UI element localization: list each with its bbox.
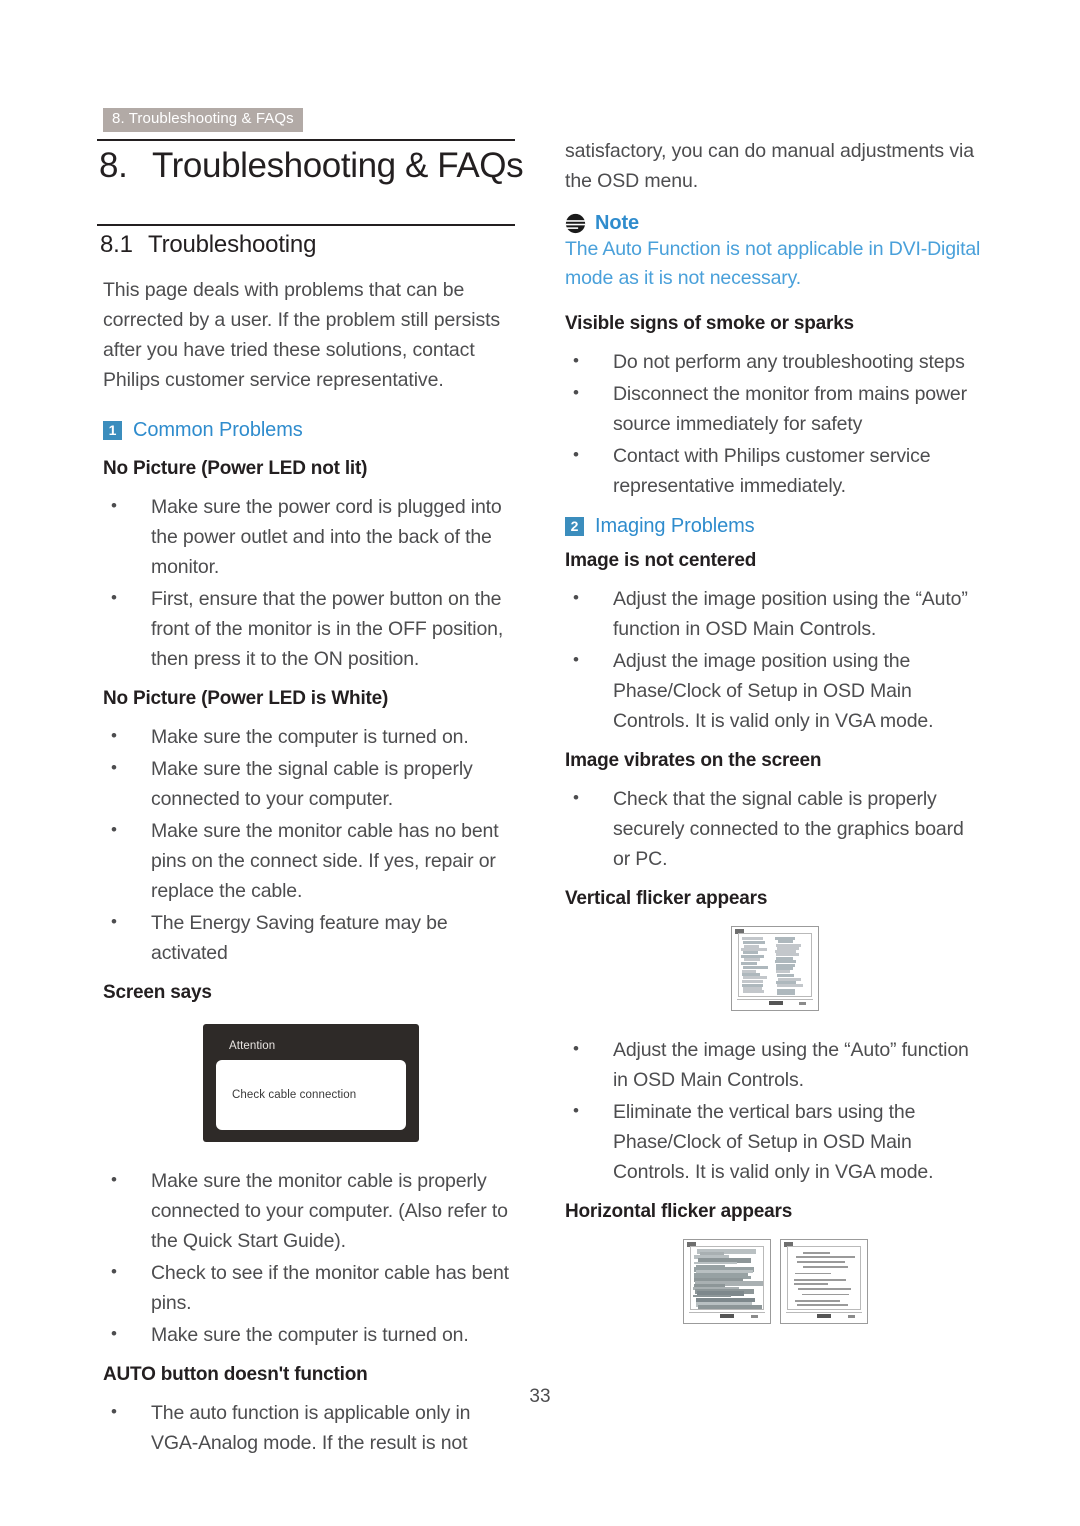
page-number: 33 xyxy=(529,1386,551,1407)
note-heading: Note xyxy=(565,212,985,235)
bullet-list-not-centered: Adjust the image position using the “Aut… xyxy=(565,583,985,736)
figure-footer xyxy=(785,1312,862,1320)
running-header-tab: 8. Troubleshooting & FAQs xyxy=(103,108,303,132)
list-item: Disconnect the monitor from mains power … xyxy=(565,378,985,439)
heading-horizontal-flicker: Horizontal flicker appears xyxy=(565,1201,793,1222)
list-item: Check to see if the monitor cable has be… xyxy=(103,1257,518,1318)
group-badge-1: 1 xyxy=(103,421,122,440)
right-column: satisfactory, you can do manual adjustme… xyxy=(565,136,985,1324)
heading-smoke-sparks: Visible signs of smoke or sparks xyxy=(565,313,854,334)
osd-dialog-message: Check cable connection xyxy=(232,1089,357,1101)
document-page: 8. Troubleshooting & FAQs 8. Troubleshoot… xyxy=(0,0,1080,1526)
group-title-1: Common Problems xyxy=(133,419,303,441)
list-item: Adjust the image position using the Phas… xyxy=(565,645,985,736)
note-icon xyxy=(565,213,586,234)
group-title-2: Imaging Problems xyxy=(595,515,755,537)
list-item: Adjust the image using the “Auto” functi… xyxy=(565,1034,985,1095)
list-item: Make sure the computer is turned on. xyxy=(103,721,518,752)
list-item: The Energy Saving feature may be activat… xyxy=(103,907,518,968)
section-title-text: Troubleshooting xyxy=(148,231,317,258)
list-item: Make sure the monitor cable has no bent … xyxy=(103,815,518,906)
list-item: Eliminate the vertical bars using the Ph… xyxy=(565,1096,985,1187)
list-item: Make sure the computer is turned on. xyxy=(103,1319,518,1350)
figure-lines xyxy=(691,1247,763,1309)
intro-paragraph: This page deals with problems that can b… xyxy=(103,279,501,391)
note-label: Note xyxy=(595,212,640,234)
section-title: 8.1 Troubleshooting xyxy=(100,231,316,259)
vertical-flicker-figure xyxy=(565,926,985,1011)
heading-auto-button: AUTO button doesn't function xyxy=(103,1364,368,1385)
left-column: This page deals with problems that can b… xyxy=(103,275,518,1460)
osd-attention-figure: Attention Check cable connection xyxy=(203,1024,419,1142)
list-item: Contact with Philips customer service re… xyxy=(565,440,985,501)
list-item: Check that the signal cable is properly … xyxy=(565,783,985,874)
bullet-list-smoke-sparks: Do not perform any troubleshooting steps… xyxy=(565,346,985,501)
list-item: Make sure the monitor cable is properly … xyxy=(103,1165,518,1256)
bullet-list-vibrates: Check that the signal cable is properly … xyxy=(565,783,985,874)
common-problems-heading: 1 Common Problems xyxy=(103,419,518,442)
imaging-problems-heading: 2 Imaging Problems xyxy=(565,515,985,538)
bullet-list-led-white: Make sure the computer is turned on. Mak… xyxy=(103,721,518,968)
chapter-number: 8. xyxy=(99,146,128,185)
continuation-paragraph: satisfactory, you can do manual adjustme… xyxy=(565,140,974,192)
osd-dialog: Attention Check cable connection xyxy=(203,1024,419,1142)
list-item: Do not perform any troubleshooting steps xyxy=(565,346,985,377)
bullet-list-vertical-flicker: Adjust the image using the “Auto” functi… xyxy=(565,1034,985,1187)
figure-vertical-flicker xyxy=(731,926,819,1011)
figure-horizontal-distorted xyxy=(682,1239,771,1324)
figure-horizontal-clean xyxy=(779,1239,868,1324)
list-item: First, ensure that the power button on t… xyxy=(103,583,518,674)
bullet-list-led-not-lit: Make sure the power cord is plugged into… xyxy=(103,491,518,674)
horizontal-flicker-figures xyxy=(565,1239,985,1324)
figure-lines xyxy=(739,934,811,996)
heading-image-not-centered: Image is not centered xyxy=(565,550,757,571)
figure-footer xyxy=(737,999,813,1007)
figure-inner xyxy=(689,1246,764,1310)
figure-footer xyxy=(688,1312,765,1320)
header-divider-rule xyxy=(97,139,515,141)
page-title: 8. Troubleshooting & FAQs xyxy=(99,146,524,186)
list-item: Make sure the signal cable is properly c… xyxy=(103,753,518,814)
figure-inner xyxy=(738,933,812,997)
heading-screen-says: Screen says xyxy=(103,982,212,1003)
section-divider-rule xyxy=(97,224,515,226)
bullet-list-screen-says: Make sure the monitor cable is properly … xyxy=(103,1165,518,1350)
list-item: Adjust the image position using the “Aut… xyxy=(565,583,985,644)
note-body: The Auto Function is not applicable in D… xyxy=(565,238,981,289)
osd-dialog-panel: Check cable connection xyxy=(216,1060,406,1130)
osd-dialog-title: Attention xyxy=(229,1040,276,1052)
heading-vertical-flicker: Vertical flicker appears xyxy=(565,888,768,909)
figure-inner xyxy=(786,1246,861,1310)
heading-image-vibrates: Image vibrates on the screen xyxy=(565,750,822,771)
list-item: Make sure the power cord is plugged into… xyxy=(103,491,518,582)
heading-no-picture-led-not-lit: No Picture (Power LED not lit) xyxy=(103,458,368,479)
group-badge-2: 2 xyxy=(565,517,584,536)
figure-lines xyxy=(788,1247,860,1309)
chapter-title-text: Troubleshooting & FAQs xyxy=(152,146,524,185)
heading-no-picture-led-white: No Picture (Power LED is White) xyxy=(103,688,389,709)
section-number: 8.1 xyxy=(100,231,133,258)
